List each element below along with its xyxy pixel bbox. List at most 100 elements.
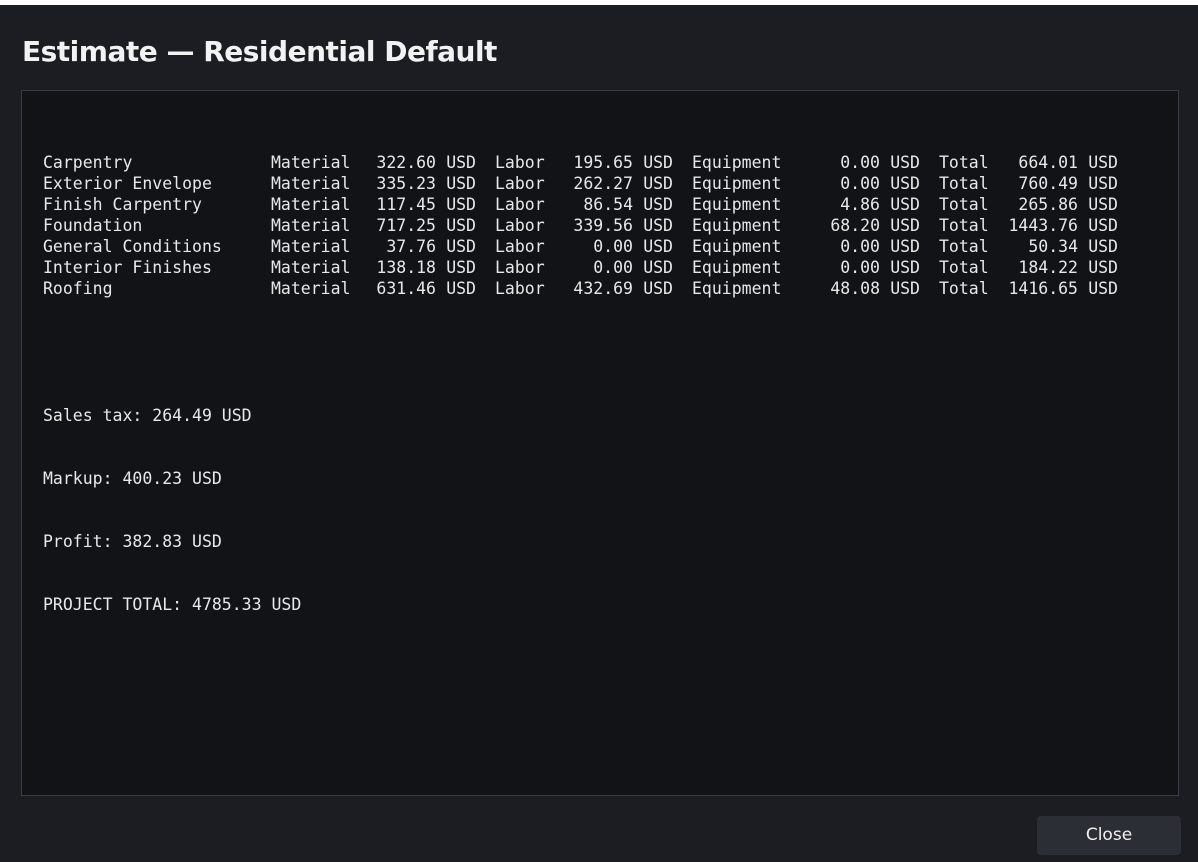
labor-currency: USD (643, 195, 673, 214)
equipment-label: Equipment (692, 153, 782, 172)
labor-currency: USD (643, 279, 673, 298)
material-currency: USD (446, 174, 476, 193)
equipment-label: Equipment (692, 258, 782, 277)
total-label: Total (939, 216, 989, 235)
line-item-row: Finish Carpentry Material 117.45 USD Labor 86… (43, 194, 1118, 215)
equipment-currency: USD (890, 195, 920, 214)
labor-label: Labor (495, 216, 545, 235)
material-value: 631.46 (376, 279, 436, 298)
material-currency: USD (446, 153, 476, 172)
material-label: Material (271, 153, 351, 172)
equipment-value: 48.08 (830, 279, 880, 298)
trade-name: Finish Carpentry (43, 195, 202, 214)
total-value: 664.01 (1018, 153, 1078, 172)
material-label: Material (271, 216, 351, 235)
total-label: Total (939, 279, 989, 298)
material-currency: USD (446, 195, 476, 214)
labor-label: Labor (495, 153, 545, 172)
labor-value: 0.00 (593, 258, 633, 277)
total-currency: USD (1088, 174, 1118, 193)
sales-tax-line: Sales tax: 264.49 USD (43, 406, 252, 425)
total-value: 184.22 (1018, 258, 1078, 277)
material-value: 37.76 (386, 237, 436, 256)
labor-label: Labor (495, 174, 545, 193)
line-item-row: General Conditions Material 37.76 USD Labor 0… (43, 236, 1118, 257)
material-currency: USD (446, 279, 476, 298)
labor-currency: USD (643, 237, 673, 256)
labor-value: 339.56 (573, 216, 633, 235)
total-value: 265.86 (1018, 195, 1078, 214)
total-value: 1443.76 (1008, 216, 1078, 235)
trade-name: Interior Finishes (43, 258, 212, 277)
total-currency: USD (1088, 216, 1118, 235)
labor-label: Labor (495, 195, 545, 214)
equipment-label: Equipment (692, 195, 782, 214)
line-item-row: Roofing Material 631.46 USD Labor 432.69 USD Eq… (43, 278, 1118, 299)
total-currency: USD (1088, 258, 1118, 277)
labor-value: 195.65 (573, 153, 633, 172)
profit-line: Profit: 382.83 USD (43, 532, 222, 551)
material-currency: USD (446, 216, 476, 235)
total-value: 50.34 (1028, 237, 1078, 256)
total-label: Total (939, 258, 989, 277)
equipment-currency: USD (890, 174, 920, 193)
labor-label: Labor (495, 279, 545, 298)
material-currency: USD (446, 258, 476, 277)
equipment-value: 68.20 (830, 216, 880, 235)
total-currency: USD (1088, 279, 1118, 298)
total-currency: USD (1088, 237, 1118, 256)
equipment-label: Equipment (692, 216, 782, 235)
equipment-currency: USD (890, 216, 920, 235)
total-currency: USD (1088, 195, 1118, 214)
material-value: 717.25 (376, 216, 436, 235)
labor-currency: USD (643, 153, 673, 172)
line-item-row: Interior Finishes Material 138.18 USD Labor 0… (43, 257, 1118, 278)
trade-name: Exterior Envelope (43, 174, 212, 193)
labor-value: 262.27 (573, 174, 633, 193)
labor-label: Labor (495, 237, 545, 256)
equipment-currency: USD (890, 279, 920, 298)
trade-name: Carpentry (43, 153, 133, 172)
labor-currency: USD (643, 258, 673, 277)
labor-value: 0.00 (593, 237, 633, 256)
estimate-report-text: Carpentry Material 322.60 USD Labor 195.65 USD… (43, 110, 1118, 657)
markup-line: Markup: 400.23 USD (43, 469, 222, 488)
equipment-currency: USD (890, 258, 920, 277)
equipment-value: 0.00 (840, 237, 880, 256)
labor-value: 86.54 (583, 195, 633, 214)
equipment-label: Equipment (692, 279, 782, 298)
labor-currency: USD (643, 216, 673, 235)
material-value: 117.45 (376, 195, 436, 214)
estimate-report-panel[interactable]: Carpentry Material 322.60 USD Labor 195.65 USD… (21, 90, 1179, 796)
material-label: Material (271, 174, 351, 193)
total-value: 760.49 (1018, 174, 1078, 193)
total-label: Total (939, 237, 989, 256)
material-label: Material (271, 279, 351, 298)
total-value: 1416.65 (1008, 279, 1078, 298)
total-label: Total (939, 195, 989, 214)
dialog-title: Estimate — Residential Default (22, 35, 497, 68)
material-value: 322.60 (376, 153, 436, 172)
labor-currency: USD (643, 174, 673, 193)
equipment-currency: USD (890, 153, 920, 172)
equipment-label: Equipment (692, 237, 782, 256)
line-item-row: Carpentry Material 322.60 USD Labor 195.65 USD… (43, 152, 1118, 173)
close-button[interactable]: Close (1037, 816, 1181, 855)
equipment-value: 0.00 (840, 258, 880, 277)
trade-name: Roofing (43, 279, 113, 298)
total-label: Total (939, 174, 989, 193)
line-item-row: Exterior Envelope Material 335.23 USD Labor 2… (43, 173, 1118, 194)
equipment-value: 0.00 (840, 153, 880, 172)
total-currency: USD (1088, 153, 1118, 172)
labor-label: Labor (495, 258, 545, 277)
material-label: Material (271, 195, 351, 214)
project-total-line: PROJECT TOTAL: 4785.33 USD (43, 595, 302, 614)
line-item-row: Foundation Material 717.25 USD Labor 339.56 US… (43, 215, 1118, 236)
equipment-value: 0.00 (840, 174, 880, 193)
total-label: Total (939, 153, 989, 172)
equipment-label: Equipment (692, 174, 782, 193)
trade-name: Foundation (43, 216, 143, 235)
material-value: 335.23 (376, 174, 436, 193)
estimate-dialog: Estimate — Residential Default Carpentry… (0, 5, 1198, 862)
